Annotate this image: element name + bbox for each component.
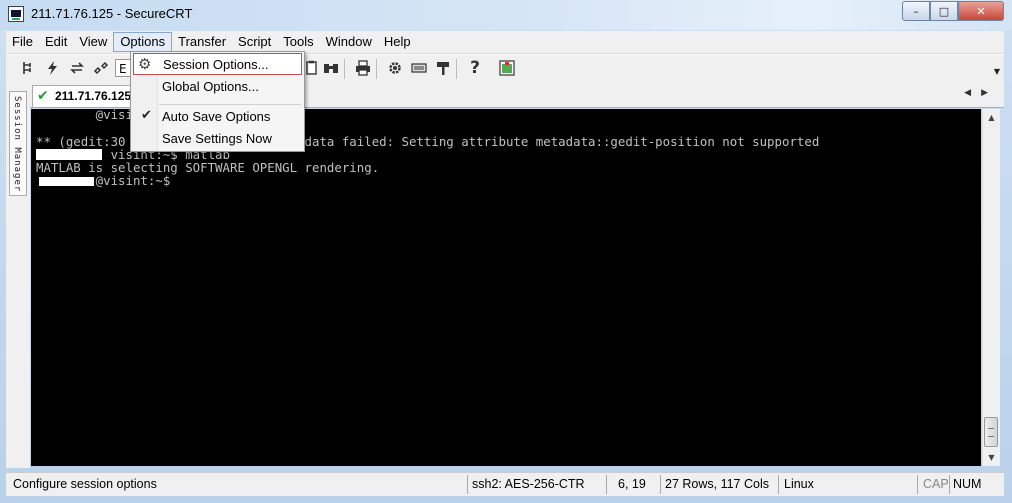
menu-item-label: Session Options...	[163, 57, 269, 72]
redaction-block	[36, 149, 102, 160]
menu-tools[interactable]: Tools	[277, 32, 319, 52]
title-bar[interactable]: 211.71.76.125 - SecureCRT – □ ✕	[0, 0, 1012, 30]
status-divider	[467, 475, 468, 494]
menu-options[interactable]: Options	[113, 32, 173, 52]
scroll-down-icon[interactable]: ▼	[983, 449, 1000, 466]
session-tab-label: 211.71.76.125	[55, 89, 132, 103]
status-cursor: 6, 19	[618, 477, 646, 491]
menu-view[interactable]: View	[73, 32, 113, 52]
status-size: 27 Rows, 117 Cols	[665, 477, 769, 491]
menu-script[interactable]: Script	[232, 32, 277, 52]
menu-item-label: Save Settings Now	[162, 131, 272, 146]
redaction-block	[39, 177, 94, 186]
session-tab[interactable]: ✔ 211.71.76.125	[32, 85, 140, 107]
status-divider	[606, 475, 607, 494]
tab-scroll-right-icon[interactable]: ▶	[981, 88, 998, 98]
status-protocol: ssh2: AES-256-CTR	[472, 477, 585, 491]
menu-item-save-settings-now[interactable]: Save Settings Now	[133, 128, 302, 150]
session-manager-label: Session Manager	[12, 96, 22, 193]
status-divider	[778, 475, 779, 494]
status-num: NUM	[953, 477, 982, 491]
status-cap: CAP	[923, 477, 949, 491]
settings-icon[interactable]	[386, 59, 404, 77]
close-button[interactable]: ✕	[958, 1, 1004, 21]
menu-transfer[interactable]: Transfer	[172, 32, 232, 52]
menu-edit[interactable]: Edit	[39, 32, 73, 52]
keymap-icon[interactable]	[410, 59, 428, 77]
reconnect-icon[interactable]	[68, 59, 86, 77]
screen-icon[interactable]	[498, 59, 516, 77]
session-manager-tab[interactable]: Session Manager	[9, 91, 27, 196]
menu-item-label: Global Options...	[162, 79, 259, 94]
toolbar-overflow-icon[interactable]: ▼	[994, 67, 1000, 76]
menu-bar: File Edit View Options Transfer Script T…	[6, 31, 1004, 53]
scrollbar-thumb[interactable]	[984, 417, 998, 447]
status-os: Linux	[784, 477, 814, 491]
connect-icon[interactable]	[20, 59, 38, 77]
menu-file[interactable]: File	[6, 32, 39, 52]
sftp-icon[interactable]	[434, 59, 452, 77]
menu-item-label: Auto Save Options	[162, 109, 271, 124]
quick-connect-icon[interactable]	[44, 59, 62, 77]
tab-scroll-left-icon[interactable]: ◀	[964, 88, 981, 98]
menu-item-auto-save-options[interactable]: ✔ Auto Save Options	[133, 106, 302, 128]
gear-icon: ⚙	[138, 55, 152, 73]
window-title: 211.71.76.125 - SecureCRT	[31, 6, 193, 21]
print-icon[interactable]	[354, 59, 372, 77]
toolbar-separator	[376, 59, 377, 79]
tab-scroll-arrows[interactable]: ◀▶	[964, 88, 998, 98]
toolbar-separator	[456, 59, 457, 79]
menu-window[interactable]: Window	[320, 32, 378, 52]
check-icon: ✔	[141, 108, 152, 123]
menu-item-global-options[interactable]: Global Options...	[133, 76, 302, 98]
status-message: Configure session options	[13, 477, 157, 491]
scroll-up-icon[interactable]: ▲	[983, 109, 1000, 126]
status-divider	[660, 475, 661, 494]
status-divider	[917, 475, 918, 494]
options-dropdown-menu: ⚙ Session Options... Global Options... ✔…	[130, 51, 305, 152]
session-manager-panel: Session Manager	[6, 83, 30, 468]
maximize-button[interactable]: □	[930, 1, 958, 21]
terminal-view[interactable]: @visi ts.txt ** (gedit:30 document metad…	[31, 109, 981, 466]
help-icon[interactable]: ?	[466, 58, 484, 78]
find-icon[interactable]	[322, 59, 340, 77]
disconnect-icon[interactable]	[92, 59, 110, 77]
minimize-button[interactable]: –	[902, 1, 930, 21]
menu-item-session-options[interactable]: ⚙ Session Options...	[133, 53, 302, 75]
window-controls: – □ ✕	[902, 1, 1004, 21]
securecrt-window: 211.71.76.125 - SecureCRT – □ ✕ File Edi…	[0, 0, 1012, 503]
status-bar: Configure session options ssh2: AES-256-…	[6, 472, 1004, 496]
menu-help[interactable]: Help	[378, 32, 417, 52]
terminal-scrollbar[interactable]: ▲ ▼	[982, 109, 1000, 466]
toolbar-separator	[344, 59, 345, 79]
status-divider	[949, 475, 950, 494]
menu-separator	[159, 104, 301, 105]
connected-check-icon: ✔	[37, 88, 49, 104]
securecrt-app-icon[interactable]	[8, 6, 24, 22]
